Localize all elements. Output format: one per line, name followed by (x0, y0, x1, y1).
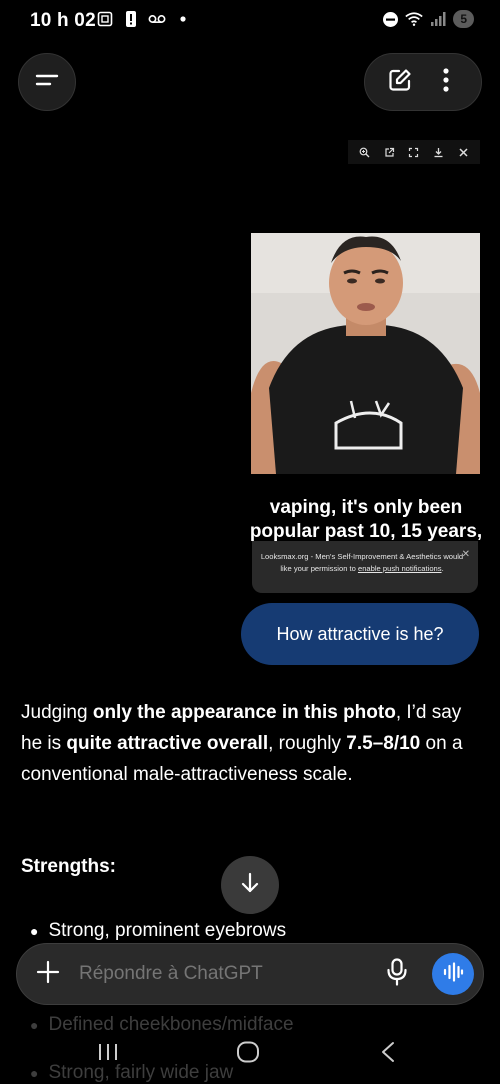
recent-apps-button[interactable] (88, 1040, 128, 1068)
attached-image[interactable] (251, 233, 480, 474)
more-options-button[interactable] (426, 62, 466, 102)
response-rating: 7.5–8/10 (346, 733, 421, 754)
user-message-text: How attractive is he? (276, 623, 444, 644)
system-nav-bar (0, 1022, 500, 1084)
dot-icon (174, 10, 192, 28)
user-message-bubble: How attractive is he? (241, 603, 479, 665)
close-icon[interactable]: ✕ (462, 549, 470, 561)
microphone-icon (387, 957, 407, 991)
edit-icon (387, 67, 413, 98)
attach-button[interactable] (33, 959, 63, 989)
notification-suffix: . (441, 564, 444, 573)
recents-icon (97, 1042, 119, 1067)
close-icon[interactable] (457, 145, 471, 159)
voice-mode-button[interactable] (432, 953, 474, 995)
response-emphasis: only the appearance in this photo (92, 702, 396, 723)
back-button[interactable] (368, 1040, 408, 1068)
image-toolbar (348, 140, 480, 164)
fullscreen-icon[interactable] (407, 145, 421, 159)
status-left-icons (96, 10, 192, 28)
menu-icon (35, 72, 59, 93)
home-button[interactable] (228, 1040, 268, 1068)
battery-badge: 5 (453, 10, 474, 28)
strengths-heading: Strengths: (21, 856, 116, 877)
notification-link[interactable]: enable push notifications (358, 564, 442, 573)
status-right-icons: 5 (381, 10, 474, 28)
back-icon (380, 1041, 396, 1068)
header-actions (364, 53, 482, 111)
more-vertical-icon (442, 67, 450, 98)
scroll-down-button[interactable] (221, 856, 279, 914)
response-text: , roughly (268, 733, 347, 754)
voicemail-icon (148, 10, 166, 28)
list-item-text: Strong, prominent eyebrows (48, 920, 287, 941)
assistant-message: Judging only the appearance in this phot… (21, 697, 481, 790)
video-caption: vaping, it's only been popular past 10, … (249, 497, 483, 542)
response-emphasis: quite attractive overall (66, 733, 269, 754)
response-text: Judging (21, 702, 93, 723)
list-item: ● Strong, prominent eyebrows (30, 920, 286, 942)
open-external-icon[interactable] (382, 145, 396, 159)
arrow-down-icon (238, 871, 262, 900)
notification-popup: Looksmax.org - Men's Self-Improvement & … (252, 541, 478, 593)
signal-icon (429, 10, 447, 28)
dnd-icon (381, 10, 399, 28)
waveform-icon (442, 961, 464, 987)
plus-icon (36, 960, 60, 989)
download-icon[interactable] (432, 145, 446, 159)
menu-button[interactable] (18, 53, 76, 111)
message-input[interactable] (79, 963, 359, 985)
home-icon (236, 1041, 260, 1068)
screenshot-icon (96, 10, 114, 28)
new-chat-button[interactable] (380, 62, 420, 102)
status-bar: 10 h 02 5 (0, 0, 500, 40)
status-time: 10 h 02 (30, 10, 96, 31)
microphone-button[interactable] (381, 957, 413, 991)
wifi-icon (405, 10, 424, 28)
composer (16, 943, 484, 1005)
bullet-icon: ● (30, 923, 39, 939)
person-photo (251, 233, 480, 474)
alert-icon (122, 10, 140, 28)
zoom-icon[interactable] (357, 145, 371, 159)
